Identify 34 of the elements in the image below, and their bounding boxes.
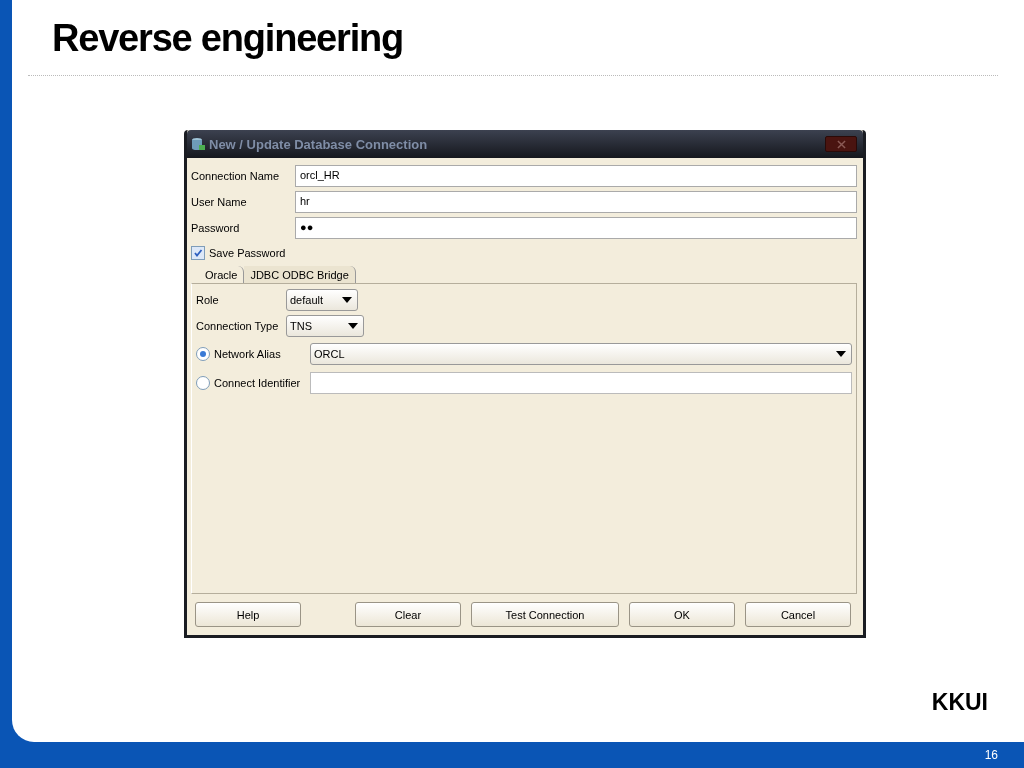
radio-button[interactable] — [196, 375, 210, 390]
field-label: Password — [191, 222, 241, 234]
dialog-button[interactable]: Test Connection — [471, 602, 619, 627]
caret-icon — [342, 297, 352, 303]
page-number: 16 — [984, 748, 998, 762]
text-field[interactable] — [310, 371, 852, 394]
close-button[interactable] — [825, 136, 857, 152]
database-icon — [191, 137, 205, 151]
text-field[interactable]: ●● — [295, 217, 857, 239]
dialog-button[interactable]: Clear — [355, 602, 461, 627]
checkbox-label: Save Password — [209, 247, 286, 259]
tab[interactable]: JDBC ODBC Bridge — [244, 266, 356, 284]
field-label: User Name — [191, 196, 248, 208]
dialog-button[interactable]: OK — [629, 602, 735, 627]
dropdown[interactable]: ORCL — [310, 342, 852, 365]
footer-label: KKUI — [931, 689, 988, 716]
caret-icon — [348, 323, 358, 329]
checkbox[interactable] — [191, 246, 205, 260]
radio-label: Network Alias — [214, 347, 282, 360]
dialog-button[interactable]: Help — [195, 602, 301, 627]
text-field[interactable]: hr — [295, 191, 857, 213]
option-label: Role — [196, 294, 220, 306]
radio-label: Connect Identifier — [214, 376, 302, 389]
dialog-button[interactable]: Cancel — [745, 602, 851, 627]
caret-icon — [836, 350, 846, 357]
close-icon — [836, 139, 846, 149]
field-label: Connection Name — [191, 170, 281, 182]
option-label: Connection Type — [196, 320, 280, 332]
text-field[interactable]: orcl_HR — [295, 165, 857, 187]
radio-button[interactable] — [196, 346, 210, 361]
dropdown[interactable]: TNS — [286, 315, 364, 337]
window-title: New / Update Database Connection — [209, 136, 429, 152]
slide-title: Reverse engineering — [52, 16, 405, 61]
dropdown[interactable]: default — [286, 289, 358, 311]
